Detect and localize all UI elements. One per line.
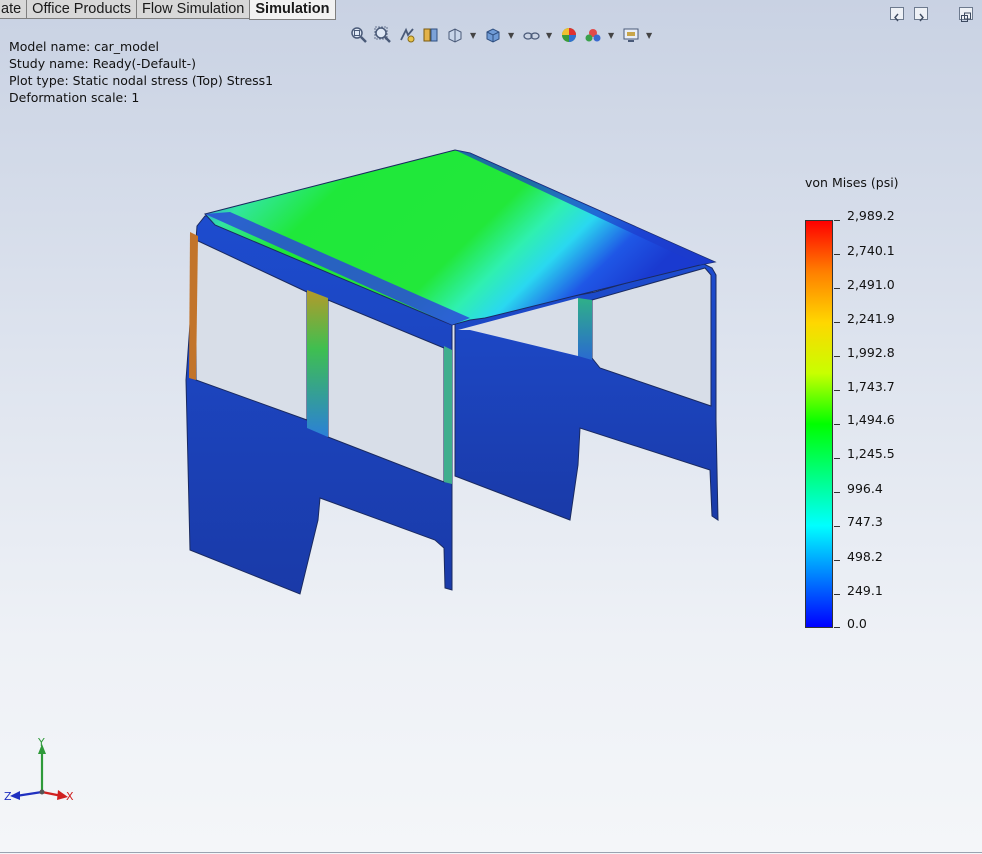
legend-label: 249.1 — [847, 583, 883, 598]
legend-tick — [834, 254, 840, 255]
legend-tick — [834, 560, 840, 561]
legend-tick — [834, 356, 840, 357]
legend-label: 2,241.9 — [847, 311, 895, 326]
legend-label: 1,245.5 — [847, 446, 895, 461]
legend-tick — [834, 288, 840, 289]
legend-label: 2,740.1 — [847, 243, 895, 258]
legend-tick — [834, 526, 840, 527]
legend-title: von Mises (psi) — [805, 175, 899, 190]
legend-label: 2,491.0 — [847, 277, 895, 292]
stress-plot-model[interactable] — [0, 0, 982, 854]
legend-tick — [834, 458, 840, 459]
legend-tick — [834, 424, 840, 425]
legend-label: 1,992.8 — [847, 345, 895, 360]
legend-label: 1,743.7 — [847, 379, 895, 394]
legend-label: 747.3 — [847, 514, 883, 529]
legend-label: 0.0 — [847, 616, 867, 631]
legend-label: 1,494.6 — [847, 412, 895, 427]
legend-tick — [834, 492, 840, 493]
legend-tick — [834, 220, 840, 221]
legend-tick — [834, 594, 840, 595]
legend-label: 498.2 — [847, 549, 883, 564]
x-axis-label: X — [66, 790, 74, 803]
legend-tick — [834, 627, 840, 628]
z-axis-label: Z — [4, 790, 12, 803]
legend-label: 2,989.2 — [847, 208, 895, 223]
legend-label: 996.4 — [847, 481, 883, 496]
y-axis-label: Y — [37, 736, 45, 749]
viewport-bottom-border — [0, 852, 982, 853]
reference-triad: Y X Z — [4, 736, 74, 803]
legend-color-bar[interactable] — [805, 220, 833, 628]
legend-tick — [834, 322, 840, 323]
legend-tick — [834, 390, 840, 391]
